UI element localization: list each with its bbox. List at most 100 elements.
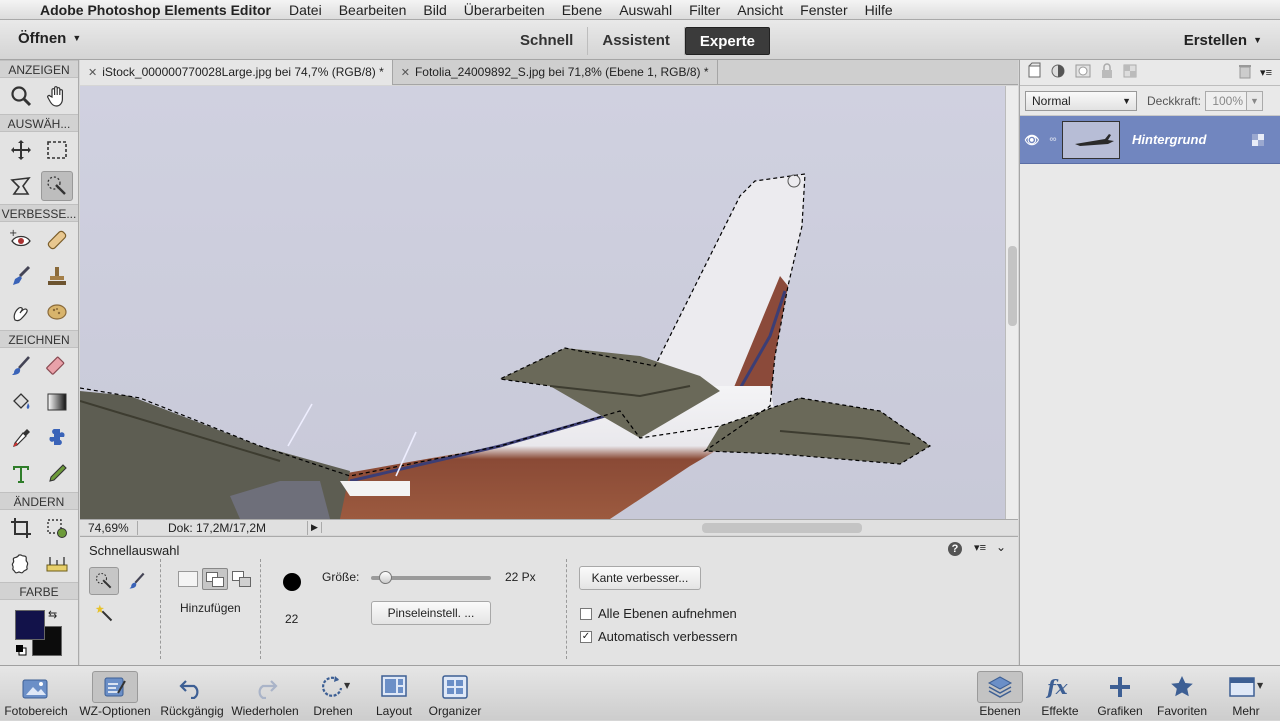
pencil-tool-icon[interactable] xyxy=(41,459,73,489)
eraser-tool-icon[interactable] xyxy=(41,351,73,381)
menu-ansicht[interactable]: Ansicht xyxy=(737,2,783,18)
close-tab-icon[interactable]: ✕ xyxy=(401,67,410,79)
organizer-button[interactable]: Organizer xyxy=(424,666,486,721)
size-slider-knob[interactable] xyxy=(379,571,393,584)
type-tool-icon[interactable] xyxy=(5,459,37,489)
adjustment-layer-icon[interactable] xyxy=(1050,62,1068,83)
new-layer-icon[interactable] xyxy=(1026,62,1044,83)
spot-healing-tool-icon[interactable] xyxy=(41,225,73,255)
sponge-tool-icon[interactable] xyxy=(41,297,73,327)
selection-brush-variant-icon[interactable] xyxy=(122,567,152,595)
menu-ueberarbeiten[interactable]: Überarbeiten xyxy=(464,2,545,18)
marquee-tool-icon[interactable] xyxy=(41,135,73,165)
smudge-tool-icon[interactable] xyxy=(5,297,37,327)
graphics-button[interactable]: Grafiken xyxy=(1094,666,1146,721)
magic-wand-variant-icon[interactable] xyxy=(89,599,119,627)
checkbox-box[interactable] xyxy=(580,607,592,620)
image-canvas[interactable] xyxy=(80,86,1005,519)
menu-ebene[interactable]: Ebene xyxy=(562,2,602,18)
recompose-tool-icon[interactable] xyxy=(41,513,73,543)
opacity-field[interactable]: 100% xyxy=(1205,90,1248,111)
layer-name[interactable]: Hintergrund xyxy=(1132,132,1206,147)
zoom-tool-icon[interactable] xyxy=(5,81,37,111)
panel-menu-icon[interactable]: ▾≡ xyxy=(974,541,986,554)
close-tab-icon[interactable]: ✕ xyxy=(88,67,97,79)
rotate-button[interactable]: ▼ Drehen xyxy=(307,666,359,721)
brush-tool-icon[interactable] xyxy=(5,351,37,381)
crop-tool-icon[interactable] xyxy=(5,513,37,543)
move-tool-icon[interactable] xyxy=(5,135,37,165)
custom-shape-tool-icon[interactable] xyxy=(41,423,73,453)
create-button[interactable]: Erstellen ▼ xyxy=(1184,32,1262,49)
menu-bearbeiten[interactable]: Bearbeiten xyxy=(339,2,407,18)
horizontal-scrollbar[interactable] xyxy=(322,521,1018,535)
gradient-tool-icon[interactable] xyxy=(41,387,73,417)
horizontal-scroll-thumb[interactable] xyxy=(702,522,862,533)
layer-lock-icon[interactable] xyxy=(1250,132,1266,148)
swap-colors-icon[interactable]: ⇆ xyxy=(48,608,57,621)
zoom-level[interactable]: 74,69% xyxy=(80,520,138,535)
layer-mask-icon[interactable] xyxy=(1074,62,1092,83)
sample-all-layers-checkbox[interactable]: Alle Ebenen aufnehmen xyxy=(580,606,737,621)
blend-mode-select[interactable]: Normal ▼ xyxy=(1025,90,1137,111)
opacity-dropdown-icon[interactable]: ▼ xyxy=(1247,90,1264,111)
open-button[interactable]: Öffnen ▼ xyxy=(18,30,81,47)
vertical-scroll-thumb[interactable] xyxy=(1008,246,1017,326)
auto-enhance-checkbox[interactable]: ✓ Automatisch verbessern xyxy=(580,629,737,644)
effects-button[interactable]: fx Effekte xyxy=(1036,666,1084,721)
menu-datei[interactable]: Datei xyxy=(289,2,322,18)
more-button[interactable]: ▼ Mehr xyxy=(1222,666,1270,721)
menu-bild[interactable]: Bild xyxy=(423,2,446,18)
checkbox-box[interactable]: ✓ xyxy=(580,630,592,643)
quick-selection-tool-icon[interactable] xyxy=(41,171,73,201)
trash-icon[interactable] xyxy=(1236,62,1254,83)
tool-options-button[interactable]: WZ-Optionen xyxy=(74,666,156,721)
status-menu-arrow-icon[interactable]: ▶ xyxy=(308,522,322,533)
foreground-color-swatch[interactable] xyxy=(15,610,45,640)
eye-icon[interactable]: 👁 xyxy=(1020,133,1044,147)
mode-expert[interactable]: Experte xyxy=(684,27,770,55)
lock-all-icon[interactable] xyxy=(1098,62,1116,83)
cookie-cutter-tool-icon[interactable] xyxy=(5,549,37,579)
hand-tool-icon[interactable] xyxy=(41,81,73,111)
collapse-panel-icon[interactable]: ⌄ xyxy=(996,540,1006,554)
mode-quick[interactable]: Schnell xyxy=(506,27,589,55)
redo-button[interactable]: Wiederholen xyxy=(229,666,301,721)
brush-preview-icon[interactable] xyxy=(283,573,301,591)
photo-bin-button[interactable]: Fotobereich xyxy=(4,666,68,721)
quick-selection-variant-icon[interactable] xyxy=(89,567,119,595)
brush-settings-button[interactable]: Pinseleinstell. ... xyxy=(371,601,491,625)
help-icon[interactable]: ? xyxy=(948,542,962,556)
smart-brush-tool-icon[interactable] xyxy=(5,261,37,291)
app-name-menu[interactable]: Adobe Photoshop Elements Editor xyxy=(40,2,271,18)
add-to-selection-icon[interactable] xyxy=(202,568,228,590)
refine-edge-button[interactable]: Kante verbesser... xyxy=(579,566,701,590)
menu-fenster[interactable]: Fenster xyxy=(800,2,847,18)
layer-row-background[interactable]: 👁 ∞ Hintergrund xyxy=(1020,116,1280,164)
layers-panel-menu-icon[interactable]: ▾≡ xyxy=(1260,66,1272,79)
favorites-button[interactable]: Favoriten xyxy=(1154,666,1210,721)
menu-filter[interactable]: Filter xyxy=(689,2,720,18)
layout-button[interactable]: Layout xyxy=(368,666,420,721)
red-eye-tool-icon[interactable]: + xyxy=(5,225,37,255)
paint-bucket-tool-icon[interactable] xyxy=(5,387,37,417)
lasso-tool-icon[interactable] xyxy=(5,171,37,201)
straighten-tool-icon[interactable] xyxy=(41,549,73,579)
clone-stamp-tool-icon[interactable] xyxy=(41,261,73,291)
vertical-scrollbar[interactable] xyxy=(1005,86,1018,519)
brush-size-readout: 22 xyxy=(285,612,299,626)
menu-auswahl[interactable]: Auswahl xyxy=(619,2,672,18)
link-icon[interactable]: ∞ xyxy=(1044,134,1062,145)
mode-guided[interactable]: Assistent xyxy=(588,27,685,55)
default-colors-icon[interactable] xyxy=(15,644,27,656)
subtract-from-selection-icon[interactable] xyxy=(232,571,254,589)
lock-transparency-icon[interactable] xyxy=(1122,62,1140,83)
menu-hilfe[interactable]: Hilfe xyxy=(865,2,893,18)
document-tab-istock[interactable]: ✕ iStock_000000770028Large.jpg bei 74,7% … xyxy=(80,60,393,85)
undo-button[interactable]: Rückgängig xyxy=(158,666,226,721)
size-slider[interactable] xyxy=(371,571,491,584)
layers-button[interactable]: Ebenen xyxy=(975,666,1025,721)
new-selection-icon[interactable] xyxy=(178,571,198,587)
document-tab-fotolia[interactable]: ✕ Fotolia_24009892_S.jpg bei 71,8% (Ebene… xyxy=(393,60,718,85)
eyedropper-tool-icon[interactable] xyxy=(5,423,37,453)
